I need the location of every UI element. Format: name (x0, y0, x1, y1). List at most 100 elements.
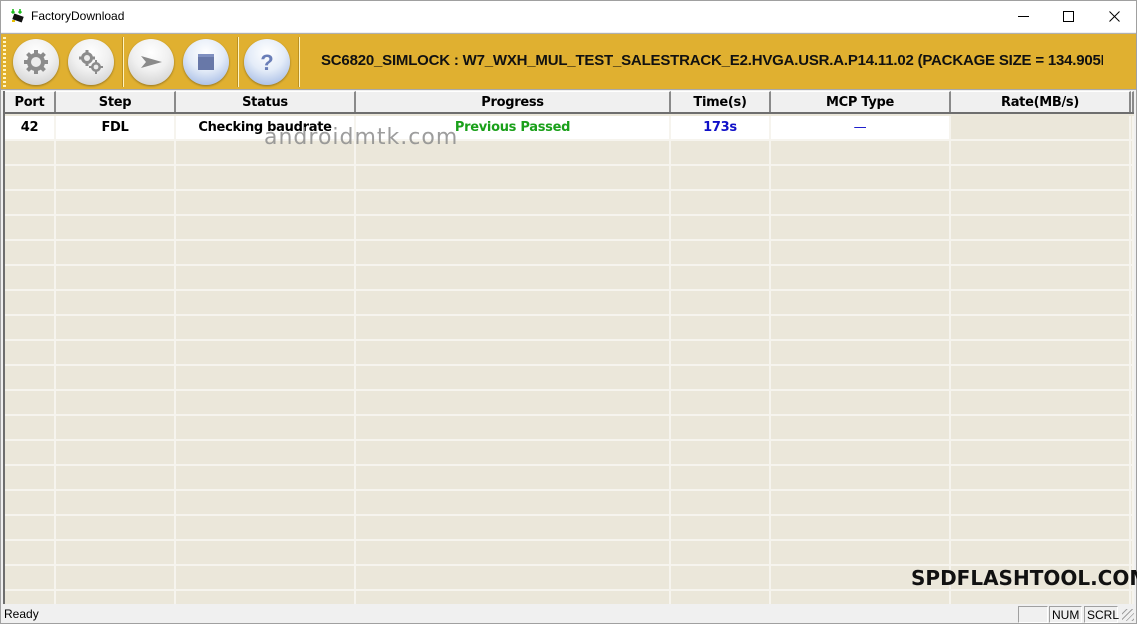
cell-progress: Previous Passed (356, 116, 671, 139)
empty-cell (771, 566, 951, 589)
empty-cell (671, 216, 771, 239)
column-header-time[interactable]: Time(s) (671, 91, 771, 112)
empty-cell (671, 591, 771, 604)
maximize-button[interactable] (1045, 1, 1091, 32)
empty-cell (56, 441, 176, 464)
close-button[interactable] (1091, 1, 1137, 32)
empty-cell (356, 566, 671, 589)
minimize-button[interactable] (1000, 1, 1046, 32)
toolbar-grip[interactable] (3, 37, 6, 87)
close-icon (1108, 11, 1120, 22)
empty-cell (56, 141, 176, 164)
empty-cell (771, 441, 951, 464)
empty-cell (5, 366, 56, 389)
empty-cell (176, 366, 356, 389)
table-header: Port Step Status Progress Time(s) MCP Ty… (5, 91, 1134, 114)
empty-cell (771, 391, 951, 414)
start-download-button[interactable] (128, 39, 174, 85)
settings-button[interactable] (68, 39, 114, 85)
empty-cell (1131, 366, 1134, 389)
empty-cell (1131, 141, 1134, 164)
empty-cell (771, 216, 951, 239)
empty-cell (56, 341, 176, 364)
column-header-step[interactable]: Step (56, 91, 176, 112)
empty-cell (176, 516, 356, 539)
empty-cell (56, 391, 176, 414)
empty-cell (176, 316, 356, 339)
resize-grip-icon[interactable] (1122, 609, 1134, 621)
empty-cell (5, 216, 56, 239)
empty-cell (1131, 341, 1134, 364)
empty-cell (771, 466, 951, 489)
empty-cell (671, 491, 771, 514)
empty-cell (951, 316, 1131, 339)
empty-cell (951, 416, 1131, 439)
empty-table-row (5, 466, 1134, 491)
empty-cell (56, 216, 176, 239)
toolbar-separator (122, 37, 124, 87)
empty-cell (5, 491, 56, 514)
empty-cell (951, 391, 1131, 414)
empty-cell (356, 241, 671, 264)
empty-cell (951, 591, 1131, 604)
empty-cell (176, 291, 356, 314)
empty-cell (5, 566, 56, 589)
empty-cell (176, 241, 356, 264)
help-button[interactable]: ? (244, 39, 290, 85)
empty-cell (671, 566, 771, 589)
toolbar: ? SC6820_SIMLOCK : W7_WXH_MUL_TEST_SALES… (1, 33, 1136, 90)
empty-cell (671, 191, 771, 214)
empty-table-row (5, 541, 1134, 566)
maximize-icon (1062, 11, 1074, 22)
empty-cell (56, 291, 176, 314)
empty-cell (1131, 216, 1134, 239)
empty-cell (5, 541, 56, 564)
svg-text:?: ? (260, 50, 273, 75)
empty-cell (356, 191, 671, 214)
empty-cell (56, 416, 176, 439)
empty-table-row (5, 391, 1134, 416)
column-header-status[interactable]: Status (176, 91, 356, 112)
empty-cell (771, 191, 951, 214)
empty-cell (5, 391, 56, 414)
empty-cell (5, 241, 56, 264)
column-header-port[interactable]: Port (5, 91, 56, 112)
empty-cell (951, 541, 1131, 564)
empty-cell (5, 466, 56, 489)
empty-table-row (5, 566, 1134, 591)
cell-port: 42 (5, 116, 56, 139)
empty-cell (5, 516, 56, 539)
column-header-progress[interactable]: Progress (356, 91, 671, 112)
empty-cell (1131, 466, 1134, 489)
status-text: Ready (4, 607, 39, 621)
empty-cell (671, 466, 771, 489)
empty-cell (56, 541, 176, 564)
cell-mcp-type: — (771, 116, 951, 139)
empty-cell (671, 166, 771, 189)
column-header-mcp-type[interactable]: MCP Type (771, 91, 951, 112)
table-row[interactable]: 42 FDL Checking baudrate Previous Passed… (5, 116, 1134, 141)
empty-cell (356, 266, 671, 289)
empty-cell (5, 341, 56, 364)
empty-cell (1131, 516, 1134, 539)
empty-cell (5, 441, 56, 464)
empty-cell (771, 266, 951, 289)
column-header-rate[interactable]: Rate(MB/s) (951, 91, 1131, 112)
empty-cell (951, 241, 1131, 264)
cell-rate (951, 116, 1131, 139)
empty-cell (1131, 391, 1134, 414)
empty-cell (356, 166, 671, 189)
empty-cell (56, 316, 176, 339)
empty-cell (176, 541, 356, 564)
empty-cell (671, 416, 771, 439)
load-packet-button[interactable] (13, 39, 59, 85)
empty-cell (771, 166, 951, 189)
empty-cell (356, 291, 671, 314)
empty-cell (671, 341, 771, 364)
empty-cell (176, 141, 356, 164)
empty-cell (951, 216, 1131, 239)
empty-cell (671, 366, 771, 389)
stop-download-button[interactable] (183, 39, 229, 85)
empty-cell (951, 141, 1131, 164)
empty-table-row (5, 591, 1134, 604)
